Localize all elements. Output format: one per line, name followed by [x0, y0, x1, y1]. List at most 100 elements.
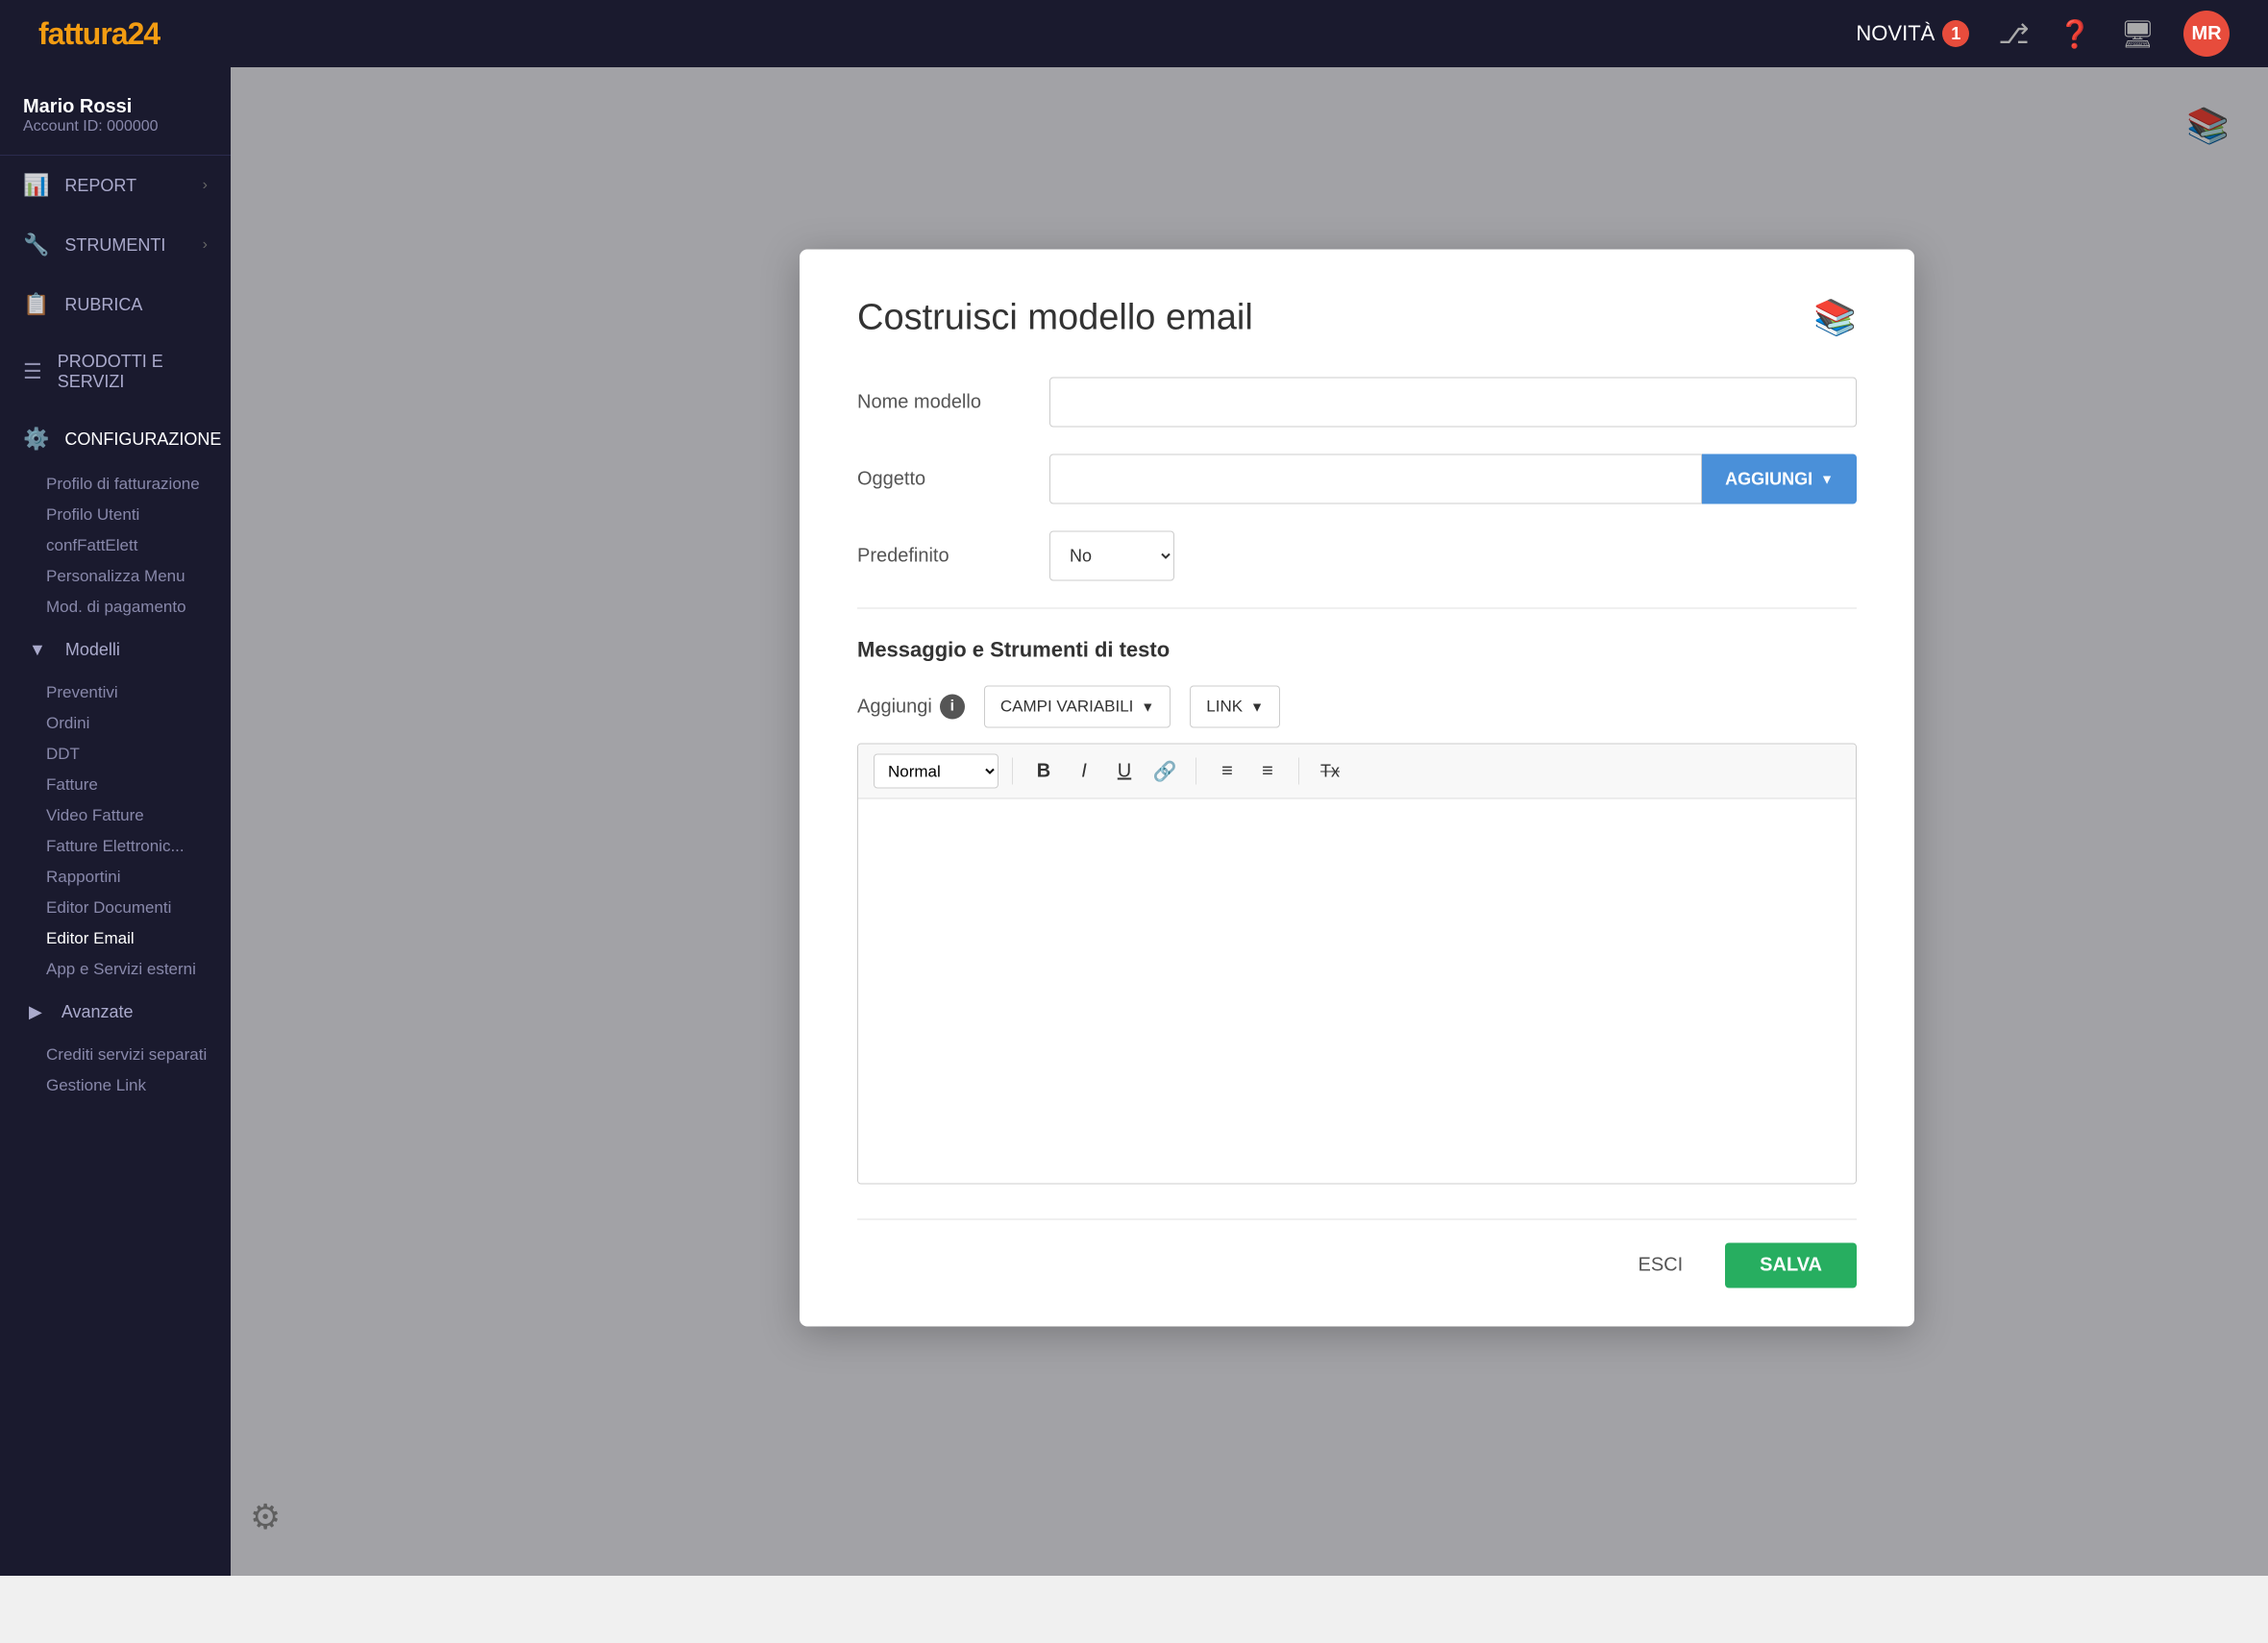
underline-icon: U	[1118, 760, 1131, 782]
link-toolbar-button[interactable]: 🔗	[1147, 754, 1182, 789]
unordered-list-icon: ≡	[1262, 760, 1273, 782]
logo: fattura24	[38, 16, 160, 52]
predefinito-row: Predefinito No Sì	[857, 531, 1857, 581]
sidebar-user: Mario Rossi Account ID: 000000	[0, 77, 231, 156]
configurazione-icon: ⚙️	[23, 427, 49, 452]
sidebar-sub-profilo-fatturazione[interactable]: Profilo di fatturazione	[0, 469, 231, 500]
sidebar-sub-gestione-link[interactable]: Gestione Link	[0, 1070, 231, 1101]
avatar[interactable]: MR	[2183, 11, 2230, 57]
salva-button[interactable]: SALVA	[1725, 1243, 1857, 1288]
sidebar-sub-fatture[interactable]: Fatture	[0, 770, 231, 800]
campi-variabili-chevron: ▼	[1141, 699, 1154, 715]
logo-text-main: fattura	[38, 16, 128, 51]
sidebar-sub-preventivi[interactable]: Preventivi	[0, 677, 231, 708]
monitor-icon[interactable]: 🖥	[2120, 18, 2155, 50]
underline-button[interactable]: U	[1107, 754, 1142, 789]
sidebar-sub-video-fatture[interactable]: Video Fatture	[0, 800, 231, 831]
sidebar-avanzate-toggle[interactable]: ▶ Avanzate	[0, 985, 231, 1040]
header-right: NOVITÀ 1 ⎇ ❓ 🖥 MR	[1856, 11, 2230, 57]
link-button[interactable]: LINK ▼	[1190, 686, 1280, 728]
strumenti-icon: 🔧	[23, 233, 49, 257]
sidebar-item-report[interactable]: 📊 REPORT ›	[0, 156, 231, 215]
sidebar-item-prodotti[interactable]: ☰ PRODOTTI E SERVIZI	[0, 334, 231, 409]
aggiungi-btn-label: AGGIUNGI	[1725, 469, 1812, 489]
aggiungi-button[interactable]: AGGIUNGI ▼	[1702, 454, 1857, 504]
oggetto-row: Oggetto AGGIUNGI ▼	[857, 454, 1857, 504]
sidebar-sub-ddt[interactable]: DDT	[0, 739, 231, 770]
italic-button[interactable]: I	[1067, 754, 1101, 789]
sidebar-item-rubrica-label: RUBRICA	[64, 295, 142, 315]
rubrica-icon: 📋	[23, 292, 49, 317]
bold-button[interactable]: B	[1026, 754, 1061, 789]
sidebar-sub-app-servizi[interactable]: App e Servizi esterni	[0, 954, 231, 985]
sidebar-sub-profilo-utenti[interactable]: Profilo Utenti	[0, 500, 231, 530]
ordered-list-button[interactable]: ≡	[1210, 754, 1245, 789]
sidebar-sub-rapportini[interactable]: Rapportini	[0, 862, 231, 893]
sidebar-sub-personalizza[interactable]: Personalizza Menu	[0, 561, 231, 592]
editor-tools-row: Aggiungi i CAMPI VARIABILI ▼ LINK ▼	[857, 686, 1857, 728]
avanzate-triangle: ▶	[29, 1002, 42, 1022]
prodotti-icon: ☰	[23, 359, 42, 384]
help-icon[interactable]: ❓	[2058, 18, 2092, 50]
unordered-list-button[interactable]: ≡	[1250, 754, 1285, 789]
toolbar-sep-3	[1298, 758, 1299, 785]
report-chevron: ›	[203, 177, 208, 194]
predefinito-select[interactable]: No Sì	[1049, 531, 1174, 581]
nome-modello-row: Nome modello	[857, 378, 1857, 428]
sidebar-user-name: Mario Rossi	[23, 96, 208, 118]
sidebar: Mario Rossi Account ID: 000000 📊 REPORT …	[0, 67, 231, 1576]
sidebar-account-id: Account ID: 000000	[23, 118, 208, 135]
italic-icon: I	[1081, 760, 1087, 782]
editor-toolbar: Normal Heading 1 Heading 2 Heading 3 B I…	[858, 745, 1856, 799]
format-select[interactable]: Normal Heading 1 Heading 2 Heading 3	[874, 754, 998, 789]
sidebar-sub-crediti[interactable]: Crediti servizi separati	[0, 1040, 231, 1070]
sidebar-sub-editor-email[interactable]: Editor Email	[0, 923, 231, 954]
link-chevron: ▼	[1250, 699, 1264, 715]
modal-title: Costruisci modello email	[857, 298, 1253, 339]
sidebar-sub-fatture-elett[interactable]: Fatture Elettronic...	[0, 831, 231, 862]
clear-format-icon: Tx	[1320, 761, 1340, 781]
sidebar-item-report-label: REPORT	[64, 176, 136, 196]
editor-body[interactable]	[858, 799, 1856, 1184]
divider	[857, 608, 1857, 609]
campi-variabili-label: CAMPI VARIABILI	[1000, 698, 1134, 717]
aggiungi-label: Aggiungi i	[857, 695, 965, 720]
ordered-list-icon: ≡	[1221, 760, 1233, 782]
modal-book-icon[interactable]: 📚	[1813, 298, 1857, 338]
oggetto-label: Oggetto	[857, 468, 1049, 490]
strumenti-chevron: ›	[203, 236, 208, 254]
editor-container: Normal Heading 1 Heading 2 Heading 3 B I…	[857, 744, 1857, 1185]
sidebar-item-configurazione[interactable]: ⚙️ CONFIGURAZIONE ∨	[0, 409, 231, 469]
clear-format-button[interactable]: Tx	[1313, 754, 1347, 789]
logo-area: fattura24	[38, 16, 160, 52]
oggetto-input-group: AGGIUNGI ▼	[1049, 454, 1857, 504]
sidebar-item-strumenti[interactable]: 🔧 STRUMENTI ›	[0, 215, 231, 275]
link-toolbar-icon: 🔗	[1153, 759, 1177, 783]
sidebar-sub-modpagamento[interactable]: Mod. di pagamento	[0, 592, 231, 623]
sidebar-item-rubrica[interactable]: 📋 RUBRICA	[0, 275, 231, 334]
sidebar-sub-editor-documenti[interactable]: Editor Documenti	[0, 893, 231, 923]
aggiungi-text: Aggiungi	[857, 696, 932, 718]
editor-section-title: Messaggio e Strumenti di testo	[857, 638, 1857, 663]
aggiungi-chevron-icon: ▼	[1820, 472, 1834, 487]
oggetto-input[interactable]	[1049, 454, 1702, 504]
sidebar-modelli-toggle[interactable]: ▼ Modelli	[0, 623, 231, 677]
sidebar-modelli-label: Modelli	[65, 640, 120, 660]
sidebar-item-configurazione-label: CONFIGURAZIONE	[64, 429, 221, 450]
toolbar-sep-1	[1012, 758, 1013, 785]
top-header: fattura24 NOVITÀ 1 ⎇ ❓ 🖥 MR	[0, 0, 2268, 67]
sidebar-sub-ordini[interactable]: Ordini	[0, 708, 231, 739]
report-icon: 📊	[23, 173, 49, 198]
sidebar-avanzate-label: Avanzate	[62, 1002, 134, 1022]
modal-footer: ESCI SALVA	[857, 1219, 1857, 1288]
logo-text-accent: 24	[128, 16, 160, 51]
info-icon[interactable]: i	[940, 695, 965, 720]
novita-badge[interactable]: NOVITÀ 1	[1856, 20, 1969, 47]
campi-variabili-button[interactable]: CAMPI VARIABILI ▼	[984, 686, 1171, 728]
avatar-initials: MR	[2191, 23, 2221, 45]
nome-modello-input[interactable]	[1049, 378, 1857, 428]
sidebar-sub-conffatt[interactable]: confFattElett	[0, 530, 231, 561]
share-icon[interactable]: ⎇	[1998, 18, 2029, 50]
predefinito-label: Predefinito	[857, 545, 1049, 567]
esci-button[interactable]: ESCI	[1615, 1243, 1706, 1288]
